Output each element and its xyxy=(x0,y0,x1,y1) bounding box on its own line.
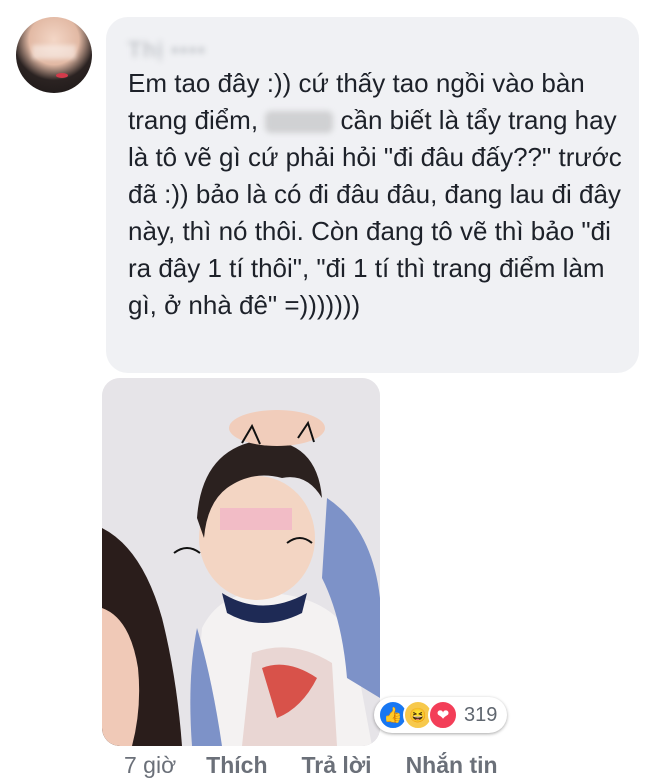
photo-illustration xyxy=(102,378,380,746)
message-button[interactable]: Nhắn tin xyxy=(406,752,498,779)
attached-photo[interactable] xyxy=(102,378,380,746)
avatar-detail xyxy=(56,73,68,78)
timestamp[interactable]: 7 giờ xyxy=(124,752,176,779)
avatar[interactable] xyxy=(16,17,92,93)
avatar-censor xyxy=(32,45,76,59)
author-name[interactable]: Thị ▪▪▪▪ xyxy=(128,37,206,63)
comment-actions: 7 giờ Thích Trả lời Nhắn tin xyxy=(124,752,498,779)
reaction-summary[interactable]: 👍 😆 ❤ 319 xyxy=(374,697,508,733)
comment-text-part-2: cần biết là tẩy trang hay là tô vẽ gì cứ… xyxy=(128,105,622,320)
reaction-count: 319 xyxy=(464,703,498,726)
comment-text: Em tao đây :)) cứ thấy tao ngồi vào bàn … xyxy=(128,65,628,324)
comment-bubble: Thị ▪▪▪▪ Em tao đây :)) cứ thấy tao ngồi… xyxy=(106,17,639,373)
censored-word xyxy=(265,111,334,134)
like-button[interactable]: Thích xyxy=(206,752,267,779)
love-icon: ❤ xyxy=(428,700,458,730)
reply-button[interactable]: Trả lời xyxy=(302,752,372,779)
comment-thread: Thị ▪▪▪▪ Em tao đây :)) cứ thấy tao ngồi… xyxy=(0,0,660,781)
